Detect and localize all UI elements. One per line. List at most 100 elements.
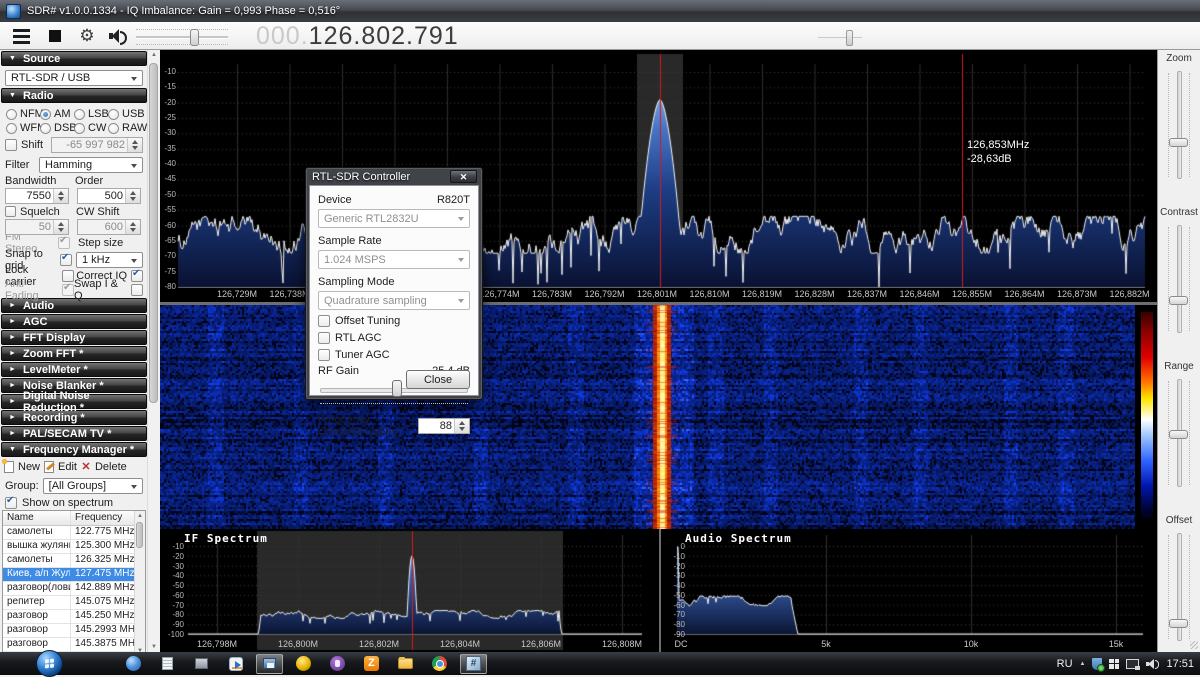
- filter-combo[interactable]: Hamming: [39, 157, 143, 173]
- taskbar-app-photo-viewer[interactable]: [256, 654, 283, 674]
- network-icon[interactable]: [1126, 659, 1139, 669]
- mode-lsb[interactable]: LSB: [74, 107, 108, 121]
- table-row[interactable]: разговор(ловит ...142.889 MHz: [3, 582, 145, 596]
- offset-slider-thumb[interactable]: [1169, 619, 1188, 628]
- tray-expand-icon[interactable]: ▲: [1080, 661, 1086, 667]
- edit-button[interactable]: Edit: [58, 461, 77, 473]
- cw-shift-input[interactable]: 600: [77, 219, 141, 235]
- sampling-mode-combo[interactable]: Quadrature sampling: [318, 291, 470, 310]
- rtl-agc-checkbox[interactable]: [318, 332, 330, 344]
- source-device-combo[interactable]: RTL-SDR / USB: [5, 70, 143, 86]
- bandwidth-input[interactable]: 7550: [5, 188, 69, 204]
- lock-carrier-checkbox[interactable]: [62, 270, 74, 282]
- swap-iq-checkbox[interactable]: [131, 284, 143, 296]
- mode-raw[interactable]: RAW: [108, 121, 142, 135]
- taskbar-app-chrome[interactable]: [426, 654, 453, 674]
- table-row[interactable]: разговор145.2993 MHz: [3, 624, 145, 638]
- close-icon[interactable]: ✕: [450, 170, 477, 183]
- taskbar-app-daemon-tools[interactable]: [290, 654, 317, 674]
- taskbar-app-media-player[interactable]: [222, 654, 249, 674]
- panel-header-agc[interactable]: ►AGC: [1, 314, 147, 329]
- range-slider[interactable]: [1158, 375, 1200, 491]
- tuner-agc-checkbox[interactable]: [318, 349, 330, 361]
- taskbar-app-explorer[interactable]: [392, 654, 419, 674]
- panel-header-zoom-fft[interactable]: ►Zoom FFT *: [1, 346, 147, 361]
- start-button[interactable]: [36, 650, 63, 677]
- new-button[interactable]: New: [18, 461, 40, 473]
- if-spectrum-canvas[interactable]: [160, 529, 659, 652]
- windows-flag-icon[interactable]: [1109, 659, 1119, 669]
- panel-header-source[interactable]: ▼ Source: [1, 51, 147, 66]
- volume-slider[interactable]: [136, 25, 228, 47]
- fm-stereo-checkbox[interactable]: [58, 237, 70, 249]
- panel-header-pal-secam-tv[interactable]: ►PAL/SECAM TV *: [1, 426, 147, 441]
- table-row[interactable]: вышка жуляны125.300 MHz: [3, 540, 145, 554]
- audio-spectrum-canvas[interactable]: [661, 529, 1157, 652]
- group-combo[interactable]: [All Groups]: [43, 478, 143, 494]
- offset-tuning-checkbox[interactable]: [318, 315, 330, 327]
- mode-nfm[interactable]: NFM: [6, 107, 40, 121]
- table-row[interactable]: разговор145.3875 MHz: [3, 638, 145, 652]
- panel-header-levelmeter[interactable]: ►LevelMeter *: [1, 362, 147, 377]
- taskbar-app-sdrsharp[interactable]: #: [460, 654, 487, 674]
- taskbar-app-viber[interactable]: [324, 654, 351, 674]
- fft-resolution-slider[interactable]: [818, 25, 862, 47]
- squelch-checkbox[interactable]: [5, 206, 16, 217]
- scroll-down-icon[interactable]: ▼: [150, 644, 158, 650]
- shift-input[interactable]: -65 997 982: [51, 137, 143, 153]
- stop-button[interactable]: [42, 25, 68, 47]
- taskbar-app-zip-z[interactable]: Z: [358, 654, 385, 674]
- zoom-slider[interactable]: [1158, 67, 1200, 183]
- panel-header-frequency-manager[interactable]: ▼ Frequency Manager *: [1, 442, 147, 457]
- panel-header-fft-display[interactable]: ►FFT Display: [1, 330, 147, 345]
- panel-header-radio[interactable]: ▼ Radio: [1, 88, 147, 103]
- show-on-spectrum-checkbox[interactable]: [5, 497, 17, 509]
- squelch-input[interactable]: 50: [5, 219, 69, 235]
- tray-speaker-icon[interactable]: [1146, 658, 1159, 670]
- taskbar-app-notepad[interactable]: [154, 654, 181, 674]
- correct-iq-checkbox[interactable]: [131, 270, 143, 282]
- speaker-icon[interactable]: [104, 25, 130, 47]
- order-input[interactable]: 500: [77, 188, 141, 204]
- action-center-shield-icon[interactable]: [1092, 658, 1102, 670]
- device-combo[interactable]: Generic RTL2832U: [318, 209, 470, 228]
- table-row[interactable]: разговор145.250 MHz: [3, 610, 145, 624]
- column-header-name[interactable]: Name: [3, 511, 71, 525]
- delete-button[interactable]: Delete: [95, 461, 127, 473]
- snap-to-grid-checkbox[interactable]: [60, 254, 72, 266]
- step-size-combo[interactable]: 1 kHz: [76, 252, 143, 268]
- table-row[interactable]: самолеты126.325 MHz: [3, 554, 145, 568]
- mode-dsb[interactable]: DSB: [40, 121, 74, 135]
- clock[interactable]: 17:51: [1166, 658, 1194, 670]
- anti-fading-checkbox[interactable]: [62, 284, 74, 296]
- table-row[interactable]: репитер145.075 MHz: [3, 596, 145, 610]
- rf-gain-slider-thumb[interactable]: [392, 380, 402, 397]
- contrast-slider[interactable]: [1158, 221, 1200, 337]
- scroll-up-icon[interactable]: ▲: [150, 52, 158, 58]
- sample-rate-combo[interactable]: 1.024 MSPS: [318, 250, 470, 269]
- range-slider-thumb[interactable]: [1169, 430, 1188, 439]
- close-button[interactable]: Close: [406, 370, 470, 389]
- mode-am[interactable]: AM: [40, 107, 74, 121]
- offset-slider[interactable]: [1158, 529, 1200, 645]
- zoom-slider-thumb[interactable]: [1169, 138, 1188, 147]
- scroll-up-icon[interactable]: ▲: [136, 513, 144, 519]
- resize-grip[interactable]: [1190, 641, 1198, 649]
- settings-gear-icon[interactable]: ⚙: [74, 25, 100, 47]
- language-indicator[interactable]: RU: [1057, 658, 1073, 670]
- taskbar-app-blue-swirl[interactable]: [120, 654, 147, 674]
- panel-header-digital-noise-reduction[interactable]: ►Digital Noise Reduction *: [1, 394, 147, 409]
- frequency-display[interactable]: 000.126.802.791: [256, 22, 459, 50]
- frequency-correction-input[interactable]: 88: [418, 418, 470, 434]
- mode-cw[interactable]: CW: [74, 121, 108, 135]
- table-row[interactable]: самолеты122.775 MHz: [3, 526, 145, 540]
- taskbar-app-panel[interactable]: [188, 654, 215, 674]
- mode-usb[interactable]: USB: [108, 107, 142, 121]
- volume-slider-thumb[interactable]: [190, 29, 199, 46]
- mode-wfm[interactable]: WFM: [6, 121, 40, 135]
- sidebar-scrollbar[interactable]: ▲ ▼: [147, 50, 160, 652]
- spinner-arrows[interactable]: [127, 138, 142, 152]
- menu-button[interactable]: [8, 25, 34, 47]
- shift-checkbox[interactable]: [5, 139, 17, 151]
- contrast-slider-thumb[interactable]: [1169, 296, 1188, 305]
